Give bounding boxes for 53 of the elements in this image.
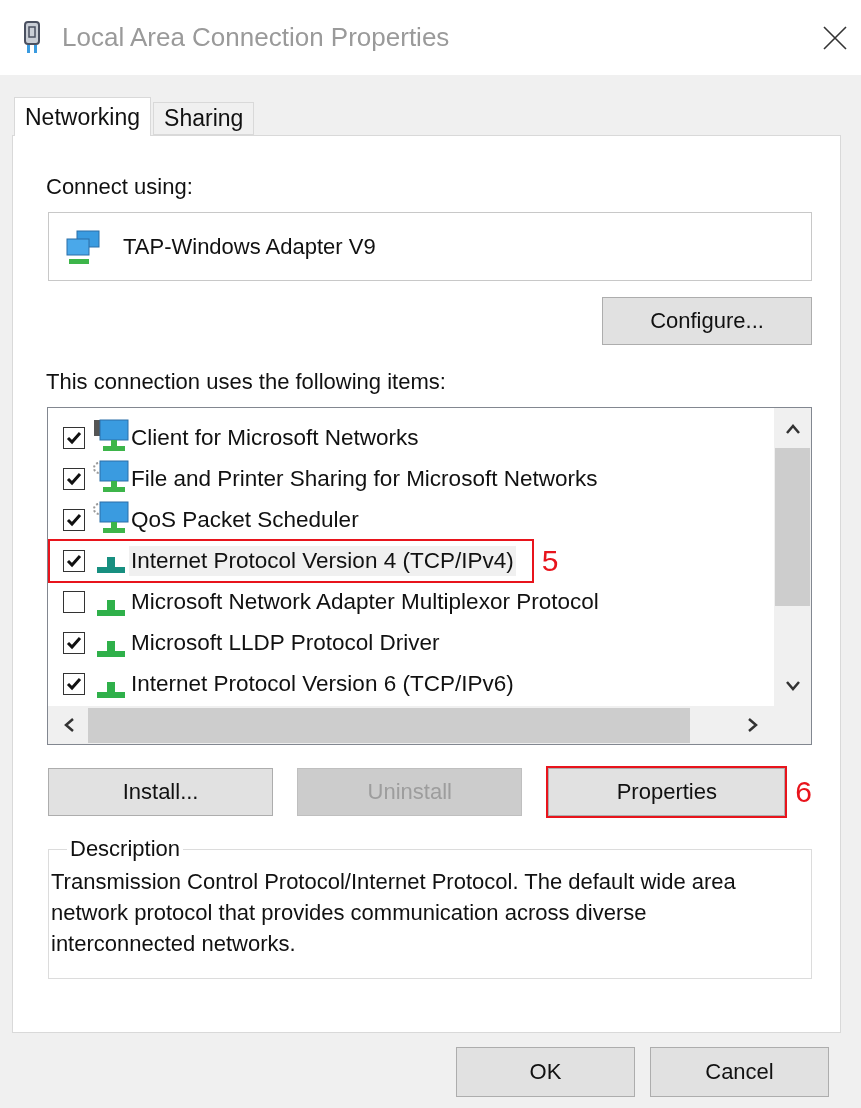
horizontal-scrollbar[interactable] [48,706,774,744]
adapter-name: TAP-Windows Adapter V9 [123,233,376,260]
list-item[interactable]: Internet Protocol Version 6 (TCP/IPv6) [48,663,774,704]
checkbox[interactable] [63,590,85,613]
list-item[interactable]: File and Printer Sharing for Microsoft Networks [48,458,774,499]
check-icon [66,430,82,445]
configure-button[interactable]: Configure... [602,297,812,345]
list-item[interactable]: Client for Microsoft Networks [48,417,774,458]
network-protocol-icon [95,638,127,659]
check-icon [66,512,82,527]
checkbox[interactable] [63,549,85,572]
check-icon [66,553,82,568]
dialog-button[interactable]: Cancel [650,1047,829,1097]
checkbox[interactable] [63,672,85,695]
check-icon [66,635,82,650]
item-label: Client for Microsoft Networks [130,423,420,452]
scrollbar-thumb[interactable] [775,448,810,606]
item-label: Microsoft LLDP Protocol Driver [130,628,441,657]
item-label: File and Printer Sharing for Microsoft Networks [130,464,599,493]
item-label: Internet Protocol Version 6 (TCP/IPv6) [130,669,515,698]
close-icon[interactable] [823,25,847,50]
checkbox[interactable] [63,631,85,654]
dialog-button[interactable]: OK [456,1047,635,1097]
network-adapter-icon [65,228,101,265]
tab[interactable]: Networking [14,97,152,136]
list-item[interactable]: QoS Packet Scheduler [48,499,774,540]
checkbox[interactable] [63,508,85,531]
list-item[interactable]: Microsoft LLDP Protocol Driver [48,622,774,663]
network-protocol-icon [95,679,127,700]
item-label: QoS Packet Scheduler [130,505,360,534]
window-title: Local Area Connection Properties [62,22,451,53]
description-text: Transmission Control Protocol/Internet Protocol. The default wide area network protocol that provides communication across diverse interconnected networks. [51,868,737,958]
network-protocol-icon [95,597,127,618]
items-label: This connection uses the following items: [46,369,447,395]
item-label: Internet Protocol Version 4 (TCP/IPv4) [129,545,516,576]
item-label: Microsoft Network Adapter Multiplexor Protocol [130,587,600,616]
list-item[interactable]: Internet Protocol Version 4 (TCP/IPv4) 5 [48,540,774,581]
list-item[interactable]: Microsoft Network Adapter Multiplexor Protocol [48,581,774,622]
checkbox[interactable] [63,426,85,449]
group-title: Description [69,836,182,862]
checkbox[interactable] [63,467,85,490]
network-protocol-icon [95,554,127,575]
check-icon [66,676,82,691]
vertical-scrollbar[interactable] [774,408,811,706]
callout-number: 6 [795,775,812,809]
action-button[interactable]: Install... [48,768,274,816]
check-icon [66,471,82,486]
action-button[interactable]: Properties [548,768,786,816]
connect-using-label: Connect using: [46,174,194,200]
network-plug-icon [22,20,42,55]
tab[interactable]: Sharing [153,102,255,135]
callout-number: 5 [541,543,559,578]
scrollbar-thumb[interactable] [88,707,690,743]
